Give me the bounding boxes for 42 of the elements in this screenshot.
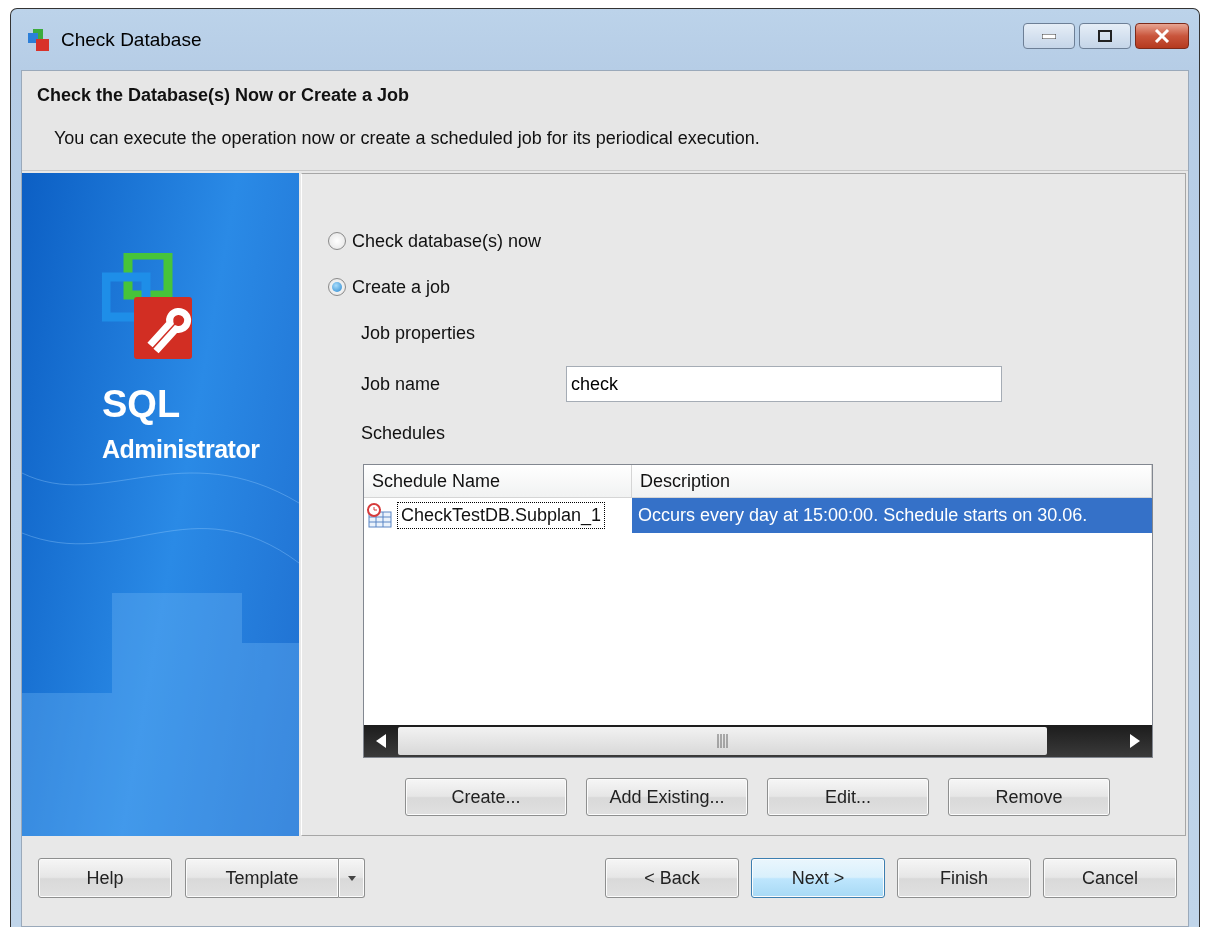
schedule-icon	[366, 502, 394, 529]
maximize-icon	[1098, 30, 1112, 42]
section-label: Job properties	[361, 322, 477, 345]
dropdown-button[interactable]	[339, 858, 365, 898]
radio-label[interactable]: Create a job	[352, 276, 451, 298]
dialog-button[interactable]: Next >	[751, 858, 885, 898]
close-icon	[1154, 29, 1170, 43]
column-header[interactable]: Schedule Name	[364, 465, 632, 497]
field-label: Job name	[361, 373, 442, 396]
dialog-button[interactable]: Cancel	[1043, 858, 1177, 898]
dialog-button[interactable]: < Back	[605, 858, 739, 898]
table-cell[interactable]: CheckTestDB.Subplan_1	[397, 502, 606, 529]
close-button[interactable]	[1135, 23, 1189, 49]
window-title: Check Database	[61, 28, 203, 51]
maximize-button[interactable]	[1079, 23, 1131, 49]
product-name: SQL	[102, 383, 181, 426]
schedule-button[interactable]: Create...	[405, 778, 567, 816]
minimize-icon	[1042, 33, 1056, 39]
radio-button[interactable]	[328, 232, 346, 250]
schedule-button[interactable]: Remove	[948, 778, 1110, 816]
column-header[interactable]: Description	[632, 465, 1152, 497]
scroll-left-icon[interactable]	[376, 734, 386, 748]
horizontal-scrollbar[interactable]	[364, 725, 1152, 757]
grip-icon	[716, 734, 729, 748]
section-label: Schedules	[361, 422, 447, 445]
app-icon	[27, 27, 51, 52]
schedule-button[interactable]: Edit...	[767, 778, 929, 816]
scrollbar-thumb[interactable]	[398, 727, 1047, 755]
dialog-button[interactable]: Help	[38, 858, 172, 898]
scroll-right-icon[interactable]	[1130, 734, 1140, 748]
step-title: Check the Database(s) Now or Create a Job	[37, 85, 411, 106]
table-cell[interactable]: Occurs every day at 15:00:00. Schedule starts on 30.06.	[632, 498, 1152, 533]
caret-icon	[347, 875, 356, 881]
radio-label[interactable]: Check database(s) now	[352, 230, 542, 252]
step-description: You can execute the operation now or create a scheduled job for its periodical execution.	[54, 128, 761, 149]
product-subtitle: Administrator	[102, 435, 260, 464]
job-name-field[interactable]: check	[566, 366, 1002, 402]
schedule-button[interactable]: Add Existing...	[586, 778, 748, 816]
template-button[interactable]: Template	[185, 858, 339, 898]
minimize-button[interactable]	[1023, 23, 1075, 49]
radio-button[interactable]	[328, 278, 346, 296]
dialog-button[interactable]: Finish	[897, 858, 1031, 898]
